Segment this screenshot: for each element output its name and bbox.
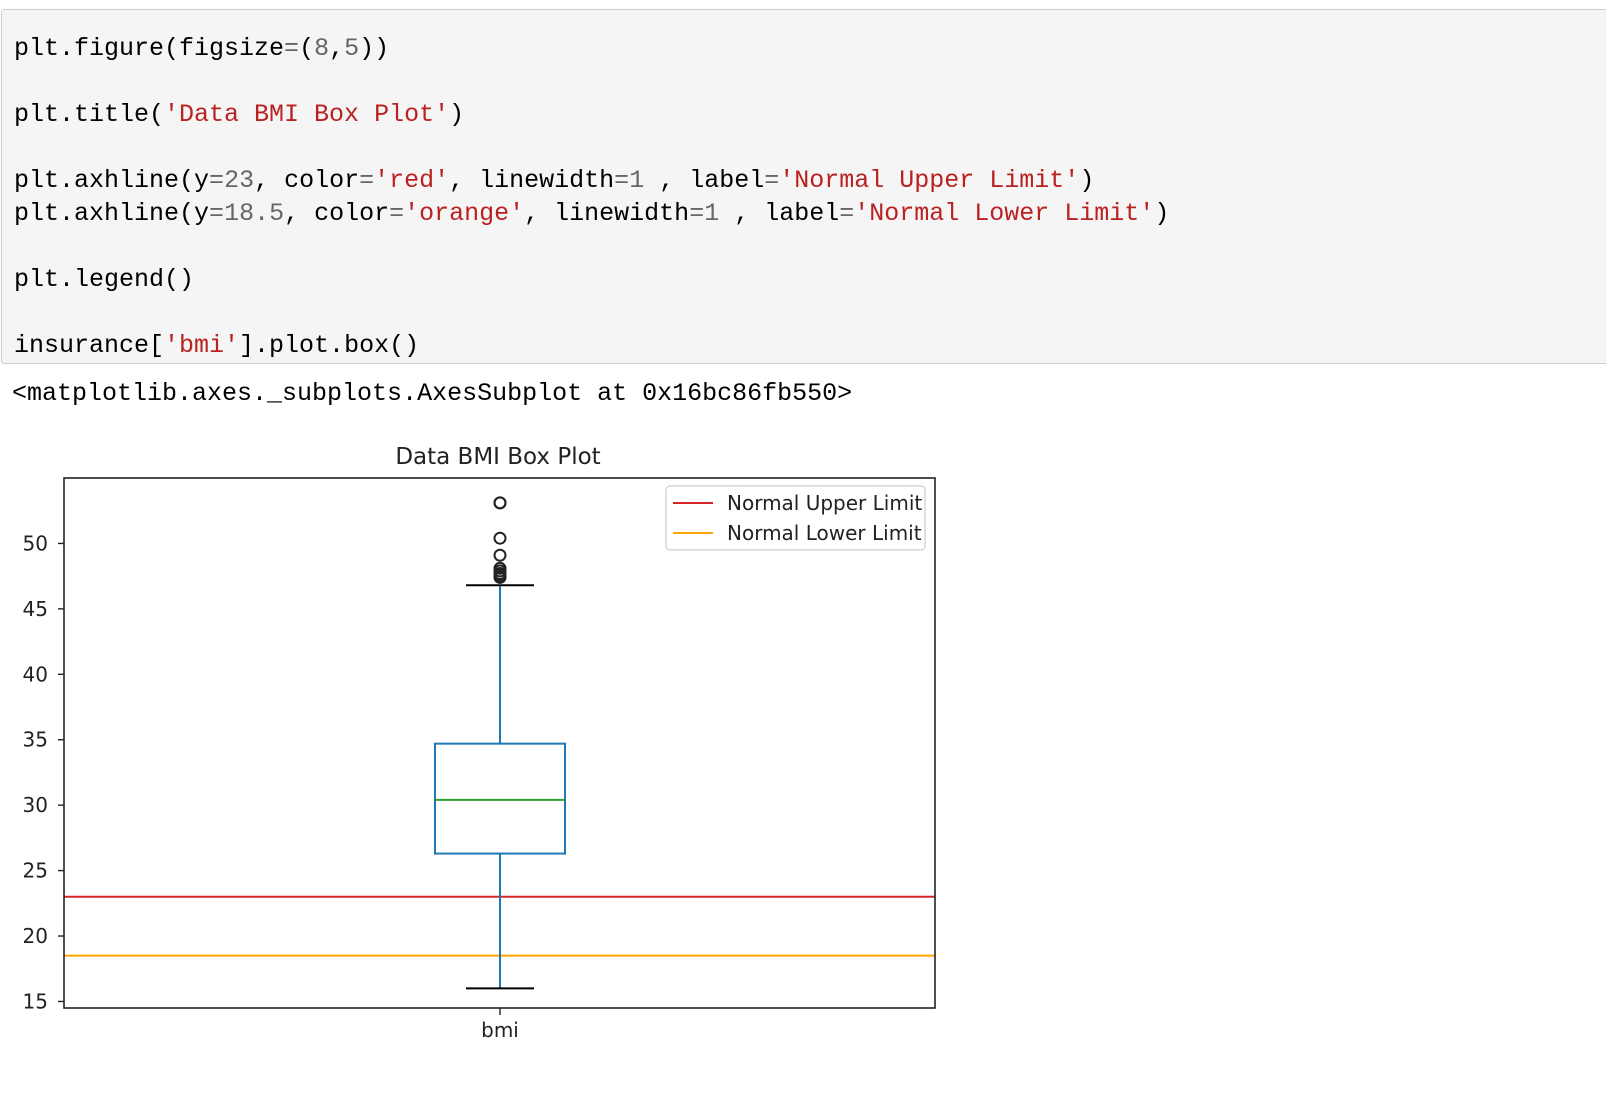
y-tick-label: 30 bbox=[23, 793, 48, 817]
output-repr: <matplotlib.axes._subplots.AxesSubplot a… bbox=[12, 379, 853, 408]
y-axis: 15 20 25 30 35 40 45 50 bbox=[23, 531, 64, 1013]
code-line-6: insurance['bmi'].plot.box() bbox=[14, 331, 420, 360]
outlier-point bbox=[493, 548, 507, 562]
legend-label: Normal Upper Limit bbox=[727, 491, 922, 515]
code-line-2: plt.title('Data BMI Box Plot') bbox=[14, 100, 465, 129]
x-axis: bmi bbox=[481, 1008, 519, 1042]
legend-label: Normal Lower Limit bbox=[727, 521, 922, 545]
y-tick-label: 15 bbox=[23, 989, 48, 1013]
y-tick-label: 50 bbox=[23, 531, 48, 555]
iqr-box bbox=[434, 742, 566, 855]
code-cell[interactable]: plt.figure(figsize=(8,5)) plt.title('Dat… bbox=[1, 9, 1606, 364]
y-tick-label: 20 bbox=[23, 924, 48, 948]
outlier-point bbox=[493, 496, 507, 510]
code-line-5: plt.legend() bbox=[14, 265, 195, 294]
legend[interactable]: Normal Upper Limit Normal Lower Limit bbox=[665, 485, 926, 551]
plot-area bbox=[64, 496, 935, 990]
outlier-point bbox=[493, 531, 507, 545]
y-tick-label: 25 bbox=[23, 859, 48, 883]
y-tick-label: 45 bbox=[23, 597, 48, 621]
code-line-4: plt.axhline(y=18.5, color='orange', line… bbox=[14, 199, 1170, 228]
chart-title: Data BMI Box Plot bbox=[395, 444, 600, 470]
y-tick-label: 40 bbox=[23, 662, 48, 686]
x-tick-label: bmi bbox=[481, 1018, 519, 1042]
y-tick-label: 35 bbox=[23, 728, 48, 752]
code-line-3: plt.axhline(y=23, color='red', linewidth… bbox=[14, 166, 1095, 195]
box-plot-chart: Data BMI Box Plot 15 20 25 30 35 40 45 50 bmi N… bbox=[23, 444, 936, 1042]
code-line-1: plt.figure(figsize=(8,5)) bbox=[14, 34, 390, 63]
